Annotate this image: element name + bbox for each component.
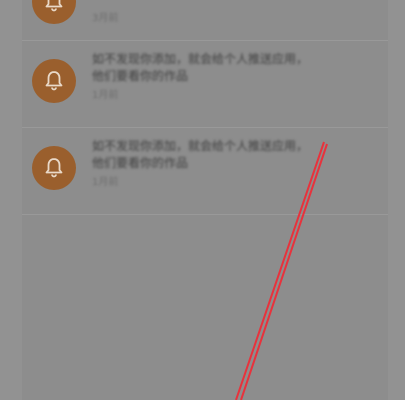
- notification-screen: 3月前 如不发现你添加，就会给个人推送应用， 他们要看你的作品 1月前 如不发现…: [22, 0, 388, 400]
- notification-time: 3月前: [92, 13, 119, 24]
- notification-line-2: 他们要看你的作品: [92, 156, 189, 170]
- bell-icon: [45, 0, 63, 12]
- bell-avatar: [32, 146, 76, 190]
- bell-icon: [45, 158, 63, 178]
- notification-line-2: 他们要看你的作品: [92, 69, 189, 83]
- notification-line-1: 如不发现你添加，就会给个人推送应用，: [92, 52, 309, 66]
- bell-avatar: [32, 59, 76, 103]
- notification-item[interactable]: 如不发现你添加，就会给个人推送应用， 他们要看你的作品 1月前: [22, 41, 388, 128]
- notification-time: 1月前: [92, 90, 119, 101]
- notification-time: 1月前: [92, 177, 119, 188]
- notification-item[interactable]: 3月前: [22, 0, 388, 41]
- notification-item[interactable]: 如不发现你添加，就会给个人推送应用， 他们要看你的作品 1月前: [22, 128, 388, 215]
- notification-list: 3月前 如不发现你添加，就会给个人推送应用， 他们要看你的作品 1月前 如不发现…: [22, 0, 388, 215]
- bell-avatar: [32, 0, 76, 24]
- notification-line-1: 如不发现你添加，就会给个人推送应用，: [92, 139, 309, 153]
- bell-icon: [45, 71, 63, 91]
